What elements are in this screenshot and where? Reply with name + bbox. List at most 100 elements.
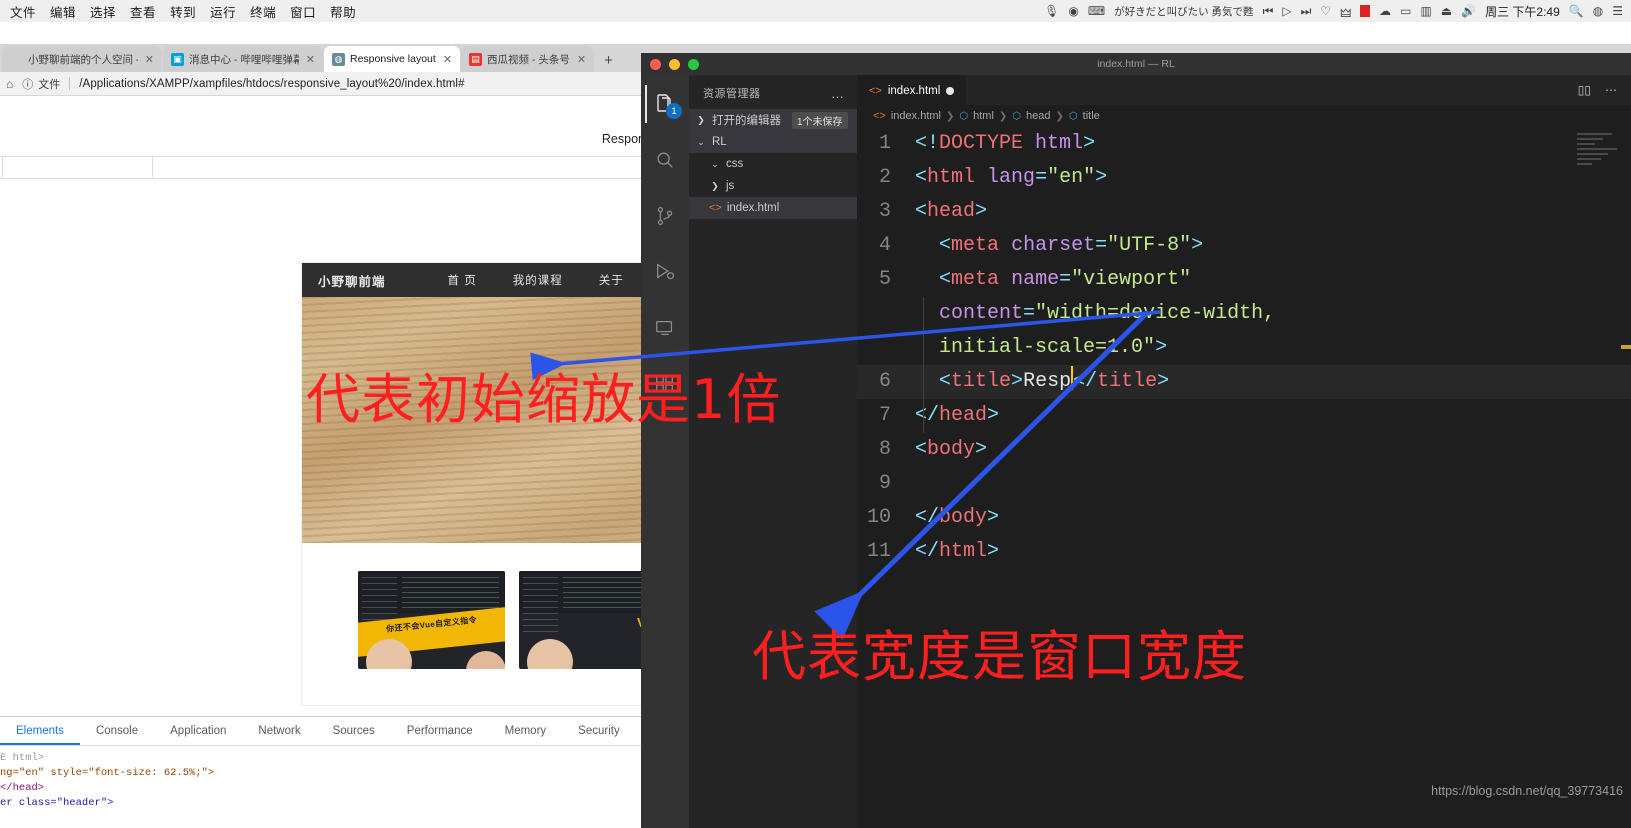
devtools-tab-network[interactable]: Network [242,717,316,745]
app-menu-item-7[interactable]: 窗口 [290,2,316,21]
code-line[interactable]: 9 [857,467,1631,501]
site-brand[interactable]: 小野聊前端 [318,271,386,290]
editor-minimap[interactable] [1577,133,1621,203]
site-nav: 首 页 我的课程 关于 [448,272,660,288]
app-menu-item-8[interactable]: 帮助 [330,2,356,21]
code-editor-content[interactable]: 1 <!DOCTYPE html> 2 <html lang="en"> 3 <head>… [857,127,1631,828]
code-line[interactable]: initial-scale=1.0"> [857,331,1631,365]
more-actions-icon[interactable]: ⋯ [1605,83,1617,97]
browser-tab-title: 小野聊前端的个人空间 - 哔哩哔 [28,53,138,66]
code-line[interactable]: 10 </body> [857,501,1631,535]
activity-source-control-icon[interactable] [645,197,685,235]
control-center-icon[interactable]: ☰ [1612,4,1623,18]
file-tree-item-index-html[interactable]: <> index.html [689,197,857,219]
site-info-chip[interactable]: ⓘ 文件 [22,76,60,92]
activity-search-icon[interactable] [645,141,685,179]
app-menu-item-3[interactable]: 查看 [130,2,156,21]
split-editor-icon[interactable]: ▯▯ [1578,83,1591,97]
code-line[interactable]: 1 <!DOCTYPE html> [857,127,1631,161]
editor-tab-index-html[interactable]: <> index.html [857,75,967,105]
devtools-tab-elements[interactable]: Elements [0,717,80,745]
app-menu-item-1[interactable]: 编辑 [50,2,76,21]
close-tab-icon[interactable]: ✕ [304,53,317,66]
volume-icon[interactable]: 🔊 [1461,4,1476,18]
siri-icon[interactable]: ◍ [1593,4,1603,18]
symbol-cube-icon: ⬡ [1068,110,1078,122]
explorer-more-actions-icon[interactable]: … [831,86,845,101]
app-menu-item-0[interactable]: 文件 [10,2,36,21]
microphone-icon[interactable]: 🎙 [1044,4,1059,18]
breadcrumb-item-head[interactable]: head [1026,110,1050,122]
devtools-tab-console[interactable]: Console [80,717,154,745]
line-number: 10 [866,506,891,529]
site-nav-item-courses[interactable]: 我的课程 [513,272,599,288]
video-thumb-sidebar-lines [523,577,559,637]
eye-icon[interactable]: ◉ [1068,4,1078,18]
address-bar-url[interactable]: /Applications/XAMPP/xampfiles/htdocs/res… [79,78,464,90]
line-number: 3 [878,200,891,223]
code-token: < [939,370,952,393]
code-line[interactable]: 8 <body> [857,433,1631,467]
file-tree-item-css[interactable]: ⌄ css [689,153,857,175]
spotlight-search-icon[interactable]: 🔍 [1569,4,1584,18]
html-file-icon: <> [709,202,722,214]
close-tab-icon[interactable]: ✕ [143,53,156,66]
breadcrumb-item-file[interactable]: index.html [891,110,941,122]
browser-tab-2[interactable]: ◍ Responsive layout ✕ [324,46,461,72]
now-playing-text[interactable]: が好きだと叫びたい 勇気で甦 [1114,4,1253,19]
activity-run-debug-icon[interactable] [645,253,685,291]
code-line[interactable]: 2 <html lang="en"> [857,161,1631,195]
app-menu-item-5[interactable]: 运行 [210,2,236,21]
devtools-tab-performance[interactable]: Performance [391,717,489,745]
breadcrumb-item-html[interactable]: html [973,110,994,122]
wifi-icon[interactable]: ☁ [1379,4,1391,18]
app-menu-item-6[interactable]: 终端 [250,2,276,21]
home-icon[interactable]: ⌂ [6,77,13,91]
page-heading: Respon [601,132,645,146]
activity-remote-explorer-icon[interactable] [645,309,685,347]
next-track-icon[interactable]: ⏭ [1301,4,1312,19]
project-root-row[interactable]: ⌄ RL [689,131,857,153]
close-tab-icon[interactable]: ✕ [441,53,454,66]
battery-icon[interactable] [1360,5,1371,17]
headphone-icon[interactable]: 🜲 [1340,0,1351,24]
devtools-tab-sources[interactable]: Sources [317,717,391,745]
app-menu-item-4[interactable]: 转到 [170,2,196,21]
omnibox-divider [69,77,71,90]
editor-scrollbar-marker[interactable] [1621,345,1631,349]
file-tree-item-js[interactable]: ❯ js [689,175,857,197]
new-tab-button[interactable]: + [595,52,622,72]
code-line[interactable]: 11 </html> [857,535,1631,569]
breadcrumb-item-title[interactable]: title [1083,110,1100,122]
code-token: lang [987,166,1036,189]
devtools-tab-security[interactable]: Security [562,717,636,745]
browser-tab-3[interactable]: ▤ 西瓜视频 - 头条号 ✕ [461,46,595,72]
app-menu-item-2[interactable]: 选择 [90,2,116,21]
eject-icon[interactable]: ⏏ [1441,4,1452,18]
devtools-tab-application[interactable]: Application [154,717,242,745]
code-line[interactable]: 6 <title>Resp </title> [857,365,1631,399]
code-line[interactable]: 5 <meta name="viewport" [857,263,1631,297]
play-icon[interactable]: ▷ [1282,4,1291,18]
heart-icon[interactable]: ♡ [1320,4,1331,18]
browser-tab-0[interactable]: 小野聊前端的个人空间 - 哔哩哔 ✕ [2,46,162,72]
code-line[interactable]: 3 <head> [857,195,1631,229]
code-line[interactable]: content="width=device-width, [857,297,1631,331]
keyboard-icon[interactable]: ⌨ [1088,4,1105,18]
vscode-body: 1 资源管理器 … ❯ 打开的编辑器 1个未保存 ⌄ RL ⌄ css ❯ js… [641,75,1631,828]
line-number: 5 [878,268,891,291]
devtools-tab-memory[interactable]: Memory [489,717,563,745]
menu-bar-clock[interactable]: 周三 下午2:49 [1485,3,1560,20]
graph-icon[interactable]: ▥ [1420,4,1431,18]
code-line[interactable]: 4 <meta charset="UTF-8"> [857,229,1631,263]
code-line[interactable]: 7 </head> [857,399,1631,433]
previous-track-icon[interactable]: ⏮ [1263,4,1274,19]
airplay-icon[interactable]: ▭ [1400,4,1411,18]
close-tab-icon[interactable]: ✕ [575,53,588,66]
open-editors-section[interactable]: ❯ 打开的编辑器 1个未保存 [689,109,857,131]
code-token: head [939,404,988,427]
activity-explorer-icon[interactable]: 1 [645,85,685,123]
site-nav-item-home[interactable]: 首 页 [448,272,513,288]
video-card[interactable]: 你还不会Vue自定义指令 [358,571,505,669]
browser-tab-1[interactable]: ▣ 消息中心 - 哔哩哔哩弹幕视频网 ✕ [163,46,323,72]
